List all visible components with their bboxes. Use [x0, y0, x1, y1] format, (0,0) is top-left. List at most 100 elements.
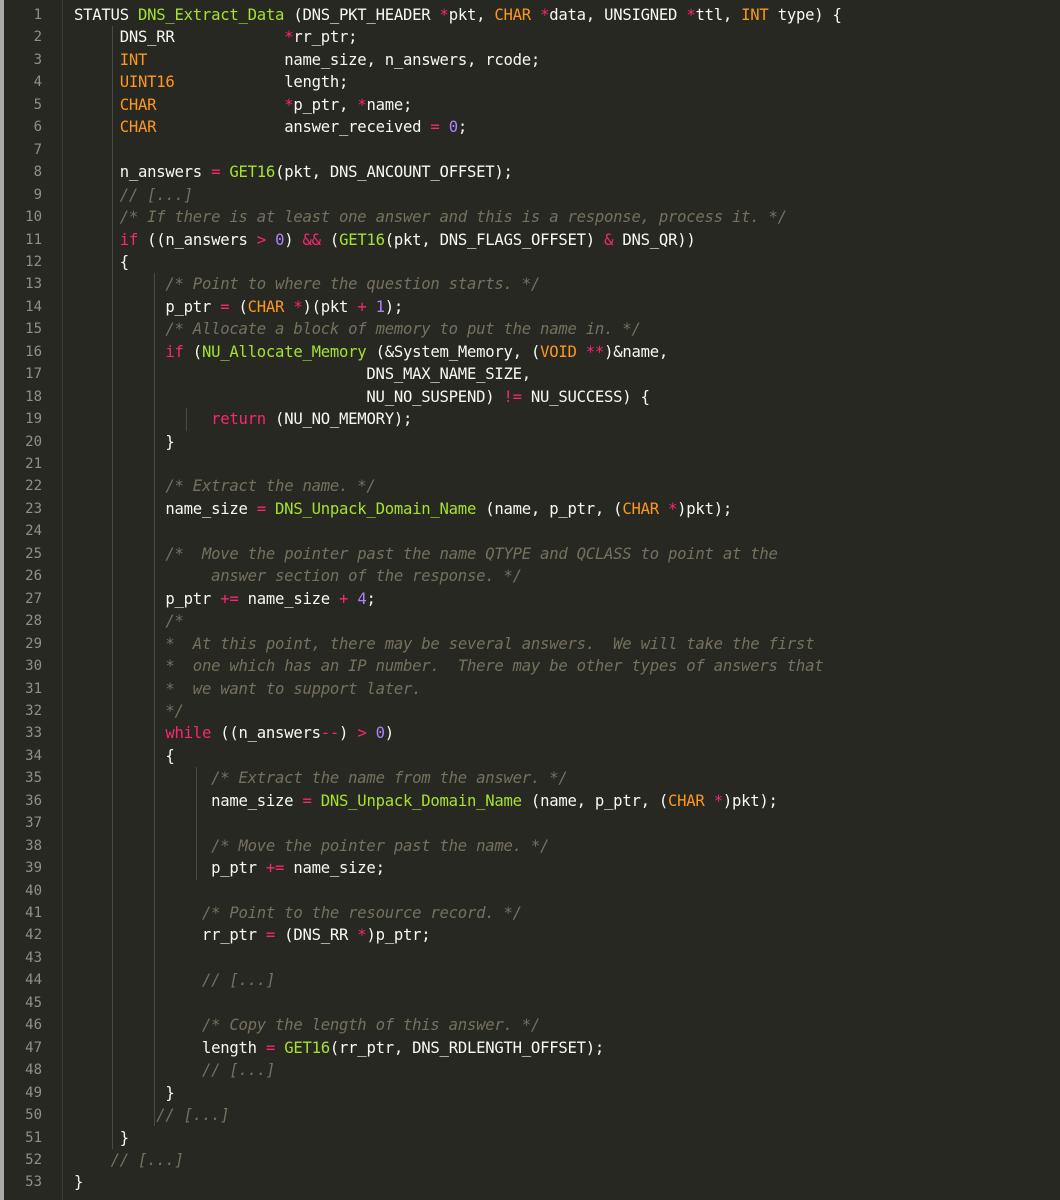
- code-text[interactable]: STATUS DNS_Extract_Data (DNS_PKT_HEADER …: [74, 4, 842, 26]
- code-line[interactable]: 45: [4, 992, 1060, 1014]
- code-line[interactable]: 2 DNS_RR *rr_ptr;: [4, 26, 1060, 48]
- code-text[interactable]: rr_ptr = (DNS_RR *)p_ptr;: [74, 924, 431, 946]
- code-text[interactable]: /* Allocate a block of memory to put the…: [74, 318, 640, 340]
- code-line[interactable]: 20 }: [4, 431, 1060, 453]
- code-text[interactable]: /* Move the pointer past the name. */: [74, 835, 549, 857]
- code-text[interactable]: * we want to support later.: [74, 678, 421, 700]
- code-text[interactable]: /* Extract the name. */: [74, 475, 375, 497]
- code-line[interactable]: 4 UINT16 length;: [4, 71, 1060, 93]
- code-text[interactable]: /* If there is at least one answer and t…: [74, 206, 787, 228]
- code-line[interactable]: 32 */: [4, 700, 1060, 722]
- code-line[interactable]: 10 /* If there is at least one answer an…: [4, 206, 1060, 228]
- code-line[interactable]: 31 * we want to support later.: [4, 678, 1060, 700]
- code-line[interactable]: 51 }: [4, 1127, 1060, 1149]
- code-text[interactable]: }: [74, 1127, 129, 1149]
- code-text[interactable]: /* Point to where the question starts. *…: [74, 273, 540, 295]
- code-line[interactable]: 13 /* Point to where the question starts…: [4, 273, 1060, 295]
- code-text[interactable]: name_size = DNS_Unpack_Domain_Name (name…: [74, 790, 778, 812]
- code-text[interactable]: /* Move the pointer past the name QTYPE …: [74, 543, 778, 565]
- code-text[interactable]: {: [74, 251, 129, 273]
- code-line[interactable]: 35 /* Extract the name from the answer. …: [4, 767, 1060, 789]
- code-text[interactable]: // [...]: [74, 1059, 275, 1081]
- code-line[interactable]: 6 CHAR answer_received = 0;: [4, 116, 1060, 138]
- code-text[interactable]: return (NU_NO_MEMORY);: [74, 408, 412, 430]
- code-text[interactable]: {: [74, 745, 174, 767]
- code-line[interactable]: 17 DNS_MAX_NAME_SIZE,: [4, 363, 1060, 385]
- code-text[interactable]: }: [74, 1171, 83, 1193]
- code-text[interactable]: CHAR answer_received = 0;: [74, 116, 468, 138]
- code-text[interactable]: */: [74, 700, 184, 722]
- code-line[interactable]: 7: [4, 139, 1060, 161]
- code-line[interactable]: 21: [4, 453, 1060, 475]
- code-line[interactable]: 50 // [...]: [4, 1104, 1060, 1126]
- code-text[interactable]: INT name_size, n_answers, rcode;: [74, 49, 541, 71]
- code-line[interactable]: 23 name_size = DNS_Unpack_Domain_Name (n…: [4, 498, 1060, 520]
- code-line[interactable]: 28 /*: [4, 610, 1060, 632]
- code-text[interactable]: while ((n_answers--) > 0): [74, 722, 394, 744]
- code-text[interactable]: // [...]: [74, 184, 193, 206]
- code-text[interactable]: /* Point to the resource record. */: [74, 902, 522, 924]
- code-line[interactable]: 40: [4, 880, 1060, 902]
- code-line[interactable]: 27 p_ptr += name_size + 4;: [4, 588, 1060, 610]
- code-line[interactable]: 34 {: [4, 745, 1060, 767]
- code-line[interactable]: 8 n_answers = GET16(pkt, DNS_ANCOUNT_OFF…: [4, 161, 1060, 183]
- code-text[interactable]: p_ptr += name_size + 4;: [74, 588, 375, 610]
- code-line[interactable]: 25 /* Move the pointer past the name QTY…: [4, 543, 1060, 565]
- code-text[interactable]: NU_NO_SUSPEND) != NU_SUCCESS) {: [74, 386, 650, 408]
- code-text[interactable]: p_ptr = (CHAR *)(pkt + 1);: [74, 296, 403, 318]
- code-line[interactable]: 14 p_ptr = (CHAR *)(pkt + 1);: [4, 296, 1060, 318]
- code-line[interactable]: 33 while ((n_answers--) > 0): [4, 722, 1060, 744]
- code-text[interactable]: /*: [74, 610, 184, 632]
- code-line[interactable]: 52 // [...]: [4, 1149, 1060, 1171]
- code-text[interactable]: p_ptr += name_size;: [74, 857, 385, 879]
- code-text[interactable]: CHAR *p_ptr, *name;: [74, 94, 413, 116]
- code-text[interactable]: /* Copy the length of this answer. */: [74, 1014, 540, 1036]
- code-text[interactable]: * one which has an IP number. There may …: [74, 655, 823, 677]
- code-text[interactable]: // [...]: [74, 969, 275, 991]
- code-text[interactable]: /* Extract the name from the answer. */: [74, 767, 568, 789]
- code-line[interactable]: 18 NU_NO_SUSPEND) != NU_SUCCESS) {: [4, 386, 1060, 408]
- code-line[interactable]: 29 * At this point, there may be several…: [4, 633, 1060, 655]
- code-line[interactable]: 19 return (NU_NO_MEMORY);: [4, 408, 1060, 430]
- code-line[interactable]: 3 INT name_size, n_answers, rcode;: [4, 49, 1060, 71]
- code-text[interactable]: // [...]: [74, 1104, 229, 1126]
- code-line[interactable]: 46 /* Copy the length of this answer. */: [4, 1014, 1060, 1036]
- code-text[interactable]: }: [74, 431, 174, 453]
- code-line[interactable]: 5 CHAR *p_ptr, *name;: [4, 94, 1060, 116]
- code-line[interactable]: 9 // [...]: [4, 184, 1060, 206]
- code-line[interactable]: 36 name_size = DNS_Unpack_Domain_Name (n…: [4, 790, 1060, 812]
- code-text[interactable]: name_size = DNS_Unpack_Domain_Name (name…: [74, 498, 732, 520]
- code-editor[interactable]: 1 STATUS DNS_Extract_Data (DNS_PKT_HEADER…: [0, 0, 1060, 1200]
- code-text[interactable]: answer section of the response. */: [74, 565, 522, 587]
- code-line[interactable]: 42 rr_ptr = (DNS_RR *)p_ptr;: [4, 924, 1060, 946]
- code-line[interactable]: 15 /* Allocate a block of memory to put …: [4, 318, 1060, 340]
- code-text[interactable]: // [...]: [74, 1149, 184, 1171]
- code-line[interactable]: 44 // [...]: [4, 969, 1060, 991]
- code-text[interactable]: if (NU_Allocate_Memory (&System_Memory, …: [74, 341, 668, 363]
- code-line[interactable]: 16 if (NU_Allocate_Memory (&System_Memor…: [4, 341, 1060, 363]
- code-text[interactable]: n_answers = GET16(pkt, DNS_ANCOUNT_OFFSE…: [74, 161, 513, 183]
- code-line[interactable]: 11 if ((n_answers > 0) && (GET16(pkt, DN…: [4, 229, 1060, 251]
- code-text[interactable]: DNS_MAX_NAME_SIZE,: [74, 363, 531, 385]
- code-line[interactable]: 12 {: [4, 251, 1060, 273]
- code-line[interactable]: 26 answer section of the response. */: [4, 565, 1060, 587]
- code-text[interactable]: }: [74, 1082, 174, 1104]
- code-line[interactable]: 38 /* Move the pointer past the name. */: [4, 835, 1060, 857]
- code-line[interactable]: 48 // [...]: [4, 1059, 1060, 1081]
- code-line[interactable]: 39 p_ptr += name_size;: [4, 857, 1060, 879]
- code-line[interactable]: 53}: [4, 1171, 1060, 1193]
- code-text[interactable]: * At this point, there may be several an…: [74, 633, 814, 655]
- code-line[interactable]: 47 length = GET16(rr_ptr, DNS_RDLENGTH_O…: [4, 1037, 1060, 1059]
- code-line[interactable]: 41 /* Point to the resource record. */: [4, 902, 1060, 924]
- code-line[interactable]: 1 STATUS DNS_Extract_Data (DNS_PKT_HEADER…: [4, 4, 1060, 26]
- code-line[interactable]: 30 * one which has an IP number. There m…: [4, 655, 1060, 677]
- code-text[interactable]: DNS_RR *rr_ptr;: [74, 26, 358, 48]
- code-line[interactable]: 24: [4, 520, 1060, 542]
- code-line[interactable]: 37: [4, 812, 1060, 834]
- code-line[interactable]: 22 /* Extract the name. */: [4, 475, 1060, 497]
- code-line[interactable]: 49 }: [4, 1082, 1060, 1104]
- code-text[interactable]: UINT16 length;: [74, 71, 349, 93]
- code-line[interactable]: 43: [4, 947, 1060, 969]
- code-text[interactable]: if ((n_answers > 0) && (GET16(pkt, DNS_F…: [74, 229, 696, 251]
